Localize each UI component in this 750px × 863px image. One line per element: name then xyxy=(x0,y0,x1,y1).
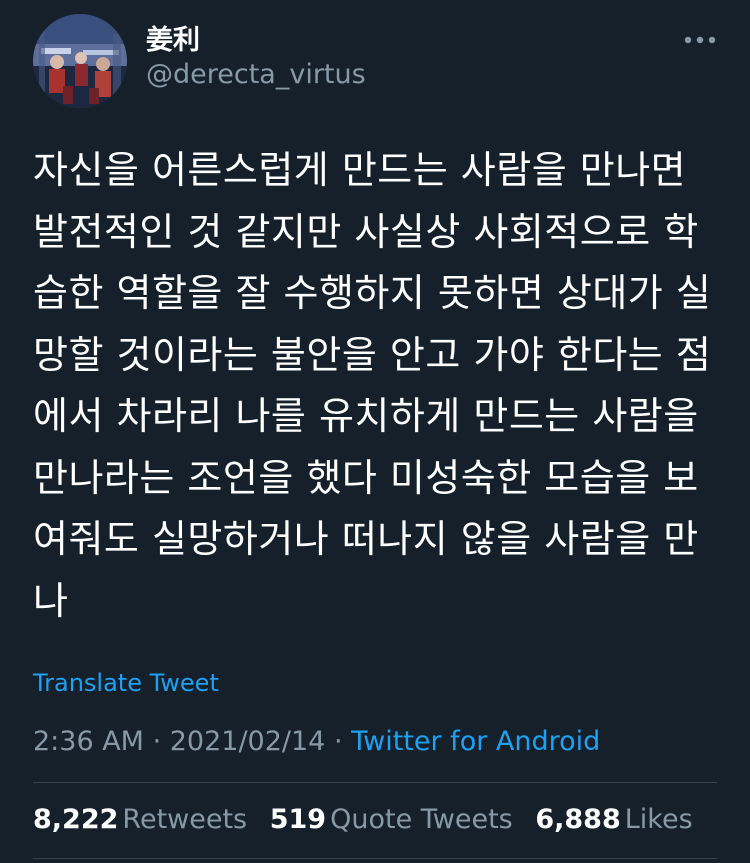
tweet-source-link[interactable]: Twitter for Android xyxy=(351,726,600,757)
likes-label: Likes xyxy=(624,804,693,835)
tweet-date[interactable]: 2021/02/14 xyxy=(170,726,326,757)
avatar-photo-icon xyxy=(33,14,127,108)
more-options-icon[interactable] xyxy=(683,30,717,50)
divider xyxy=(33,782,717,783)
tweet-text-line: 만나라는 조언을 했다 미성숙한 모습을 보 xyxy=(33,455,699,500)
retweets-stat[interactable]: 8,222 Retweets xyxy=(33,802,247,838)
author-avatar[interactable] xyxy=(33,14,127,108)
tweet-text-line: 발전적인 것 같지만 사실상 사회적으로 학 xyxy=(33,209,699,254)
translate-tweet-link[interactable]: Translate Tweet xyxy=(33,667,219,699)
tweet-text: 자신을 어른스럽게 만드는 사람을 만나면 발전적인 것 같지만 사실상 사회적… xyxy=(33,140,717,632)
tweet-text-line: 망할 것이라는 불안을 안고 가야 한다는 점 xyxy=(33,332,712,377)
retweets-count: 8,222 xyxy=(33,804,119,835)
author-display-name[interactable]: 姜利 xyxy=(146,24,200,58)
tweet-time[interactable]: 2:36 AM xyxy=(33,726,144,757)
quote-tweets-label: Quote Tweets xyxy=(330,804,513,835)
divider xyxy=(33,858,717,859)
quote-tweets-count: 519 xyxy=(269,804,327,835)
author-handle[interactable]: @derecta_virtus xyxy=(146,58,366,92)
tweet-stats: 8,222 Retweets 519 Quote Tweets 6,888 Likes xyxy=(33,802,707,838)
likes-stat[interactable]: 6,888 Likes xyxy=(535,802,692,838)
retweets-label: Retweets xyxy=(122,804,248,835)
meta-separator: · xyxy=(143,726,170,757)
tweet-text-line: 습한 역할을 잘 수행하지 못하면 상대가 실 xyxy=(33,271,712,315)
tweet-text-line: 자신을 어른스럽게 만드는 사람을 만나면 xyxy=(33,148,687,192)
likes-count: 6,888 xyxy=(535,804,621,835)
tweet-text-line: 여줘도 실망하거나 떠나지 않을 사람을 만 xyxy=(33,517,699,561)
quote-tweets-stat[interactable]: 519 Quote Tweets xyxy=(270,802,513,838)
meta-separator: · xyxy=(325,726,352,757)
tweet-meta: 2:36 AM · 2021/02/14 · Twitter for Andro… xyxy=(33,724,600,760)
tweet-text-line: 나 xyxy=(33,578,69,623)
tweet-detail: 姜利 @derecta_virtus 자신을 어른스럽게 만드는 사람을 만나면… xyxy=(0,0,750,863)
tweet-text-line: 에서 차라리 나를 유치하게 만드는 사람을 xyxy=(33,394,699,438)
